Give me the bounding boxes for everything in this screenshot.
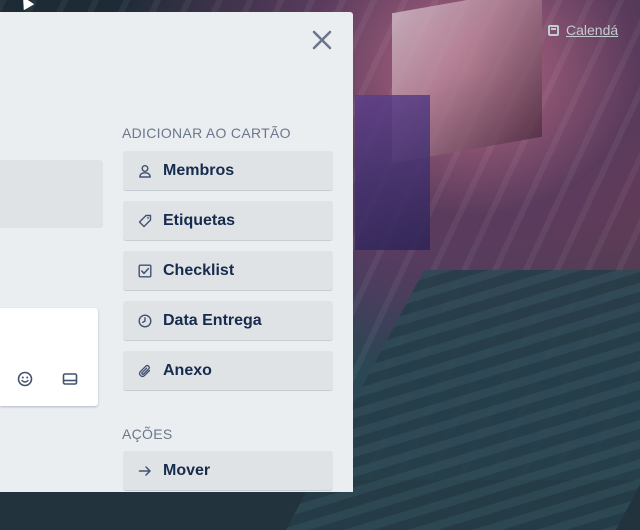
attachment-button[interactable]: Anexo xyxy=(123,351,333,391)
calendar-power-up-button[interactable]: Calendá xyxy=(548,22,618,38)
card-mention-button[interactable] xyxy=(62,371,78,392)
close-icon xyxy=(312,30,332,50)
due-date-button[interactable]: Data Entrega xyxy=(123,301,333,341)
labels-button[interactable]: Etiquetas xyxy=(123,201,333,241)
person-icon xyxy=(137,163,153,179)
members-label: Membros xyxy=(163,161,235,179)
attachment-label: Anexo xyxy=(163,361,212,379)
calendar-icon xyxy=(548,24,559,36)
move-label: Mover xyxy=(163,461,211,479)
emoji-button[interactable] xyxy=(17,371,33,392)
move-button[interactable]: Mover xyxy=(123,451,333,491)
tag-icon xyxy=(137,213,153,229)
description-placeholder[interactable] xyxy=(0,160,103,228)
arrow-right-icon xyxy=(137,463,153,479)
comment-input[interactable] xyxy=(0,308,98,406)
background-billboard-purple xyxy=(355,95,430,250)
card-icon xyxy=(62,373,78,385)
checklist-button[interactable]: Checklist xyxy=(123,251,333,291)
calendar-label: Calendá xyxy=(566,22,619,38)
add-to-card-title: ADICIONAR AO CARTÃO xyxy=(122,125,291,141)
close-button[interactable] xyxy=(308,26,336,54)
checklist-label: Checklist xyxy=(163,261,235,279)
due-date-label: Data Entrega xyxy=(163,311,262,329)
checkbox-icon xyxy=(137,263,153,279)
actions-title: AÇÕES xyxy=(122,426,173,442)
emoji-icon xyxy=(17,371,33,387)
labels-label: Etiquetas xyxy=(163,211,236,229)
members-button[interactable]: Membros xyxy=(123,151,333,191)
clock-icon xyxy=(137,313,153,329)
paperclip-icon xyxy=(137,363,153,379)
